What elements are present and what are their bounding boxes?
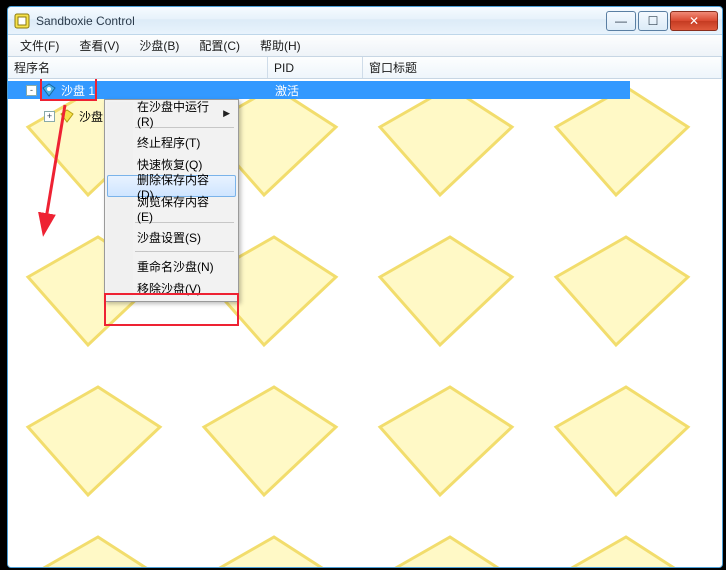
tree-toggle-icon[interactable]: + xyxy=(44,111,55,122)
menu-sandbox[interactable]: 沙盘(B) xyxy=(131,35,187,56)
menu-help[interactable]: 帮助(H) xyxy=(252,35,309,56)
col-header-title[interactable]: 窗口标题 xyxy=(363,57,722,78)
tree-row-sandbox1[interactable]: - 沙盘 1 激活 xyxy=(8,81,630,99)
close-button[interactable]: ✕ xyxy=(670,11,718,31)
cm-terminate[interactable]: 终止程序(T) xyxy=(107,131,236,153)
menu-view[interactable]: 查看(V) xyxy=(71,35,127,56)
menu-file[interactable]: 文件(F) xyxy=(12,35,67,56)
maximize-button[interactable]: ☐ xyxy=(638,11,668,31)
app-icon xyxy=(14,13,30,29)
cm-settings[interactable]: 沙盘设置(S) xyxy=(107,226,236,248)
submenu-arrow-icon: ▶ xyxy=(223,108,230,119)
cm-label: 移除沙盘(V) xyxy=(137,280,201,297)
tree-label: 沙盘 1 xyxy=(61,82,95,99)
cm-label: 浏览保存内容(E) xyxy=(137,193,220,224)
cm-label: 沙盘设置(S) xyxy=(137,229,201,246)
cm-run-in-sandbox[interactable]: 在沙盘中运行(R) ▶ xyxy=(107,102,236,124)
tree-toggle-icon[interactable]: - xyxy=(26,85,37,96)
window-controls: — ☐ ✕ xyxy=(604,11,718,31)
cm-label: 终止程序(T) xyxy=(137,134,200,151)
tree-status: 激活 xyxy=(275,82,299,99)
cm-browse-contents[interactable]: 浏览保存内容(E) xyxy=(107,197,236,219)
main-window: Sandboxie Control — ☐ ✕ 文件(F) 查看(V) 沙盘(B… xyxy=(7,6,723,568)
context-menu-separator xyxy=(135,251,234,252)
close-icon: ✕ xyxy=(689,14,699,28)
content-area: - 沙盘 1 激活 + xyxy=(8,79,722,567)
menu-config[interactable]: 配置(C) xyxy=(191,35,248,56)
cm-label: 在沙盘中运行(R) xyxy=(137,98,220,129)
minimize-button[interactable]: — xyxy=(606,11,636,31)
cm-remove[interactable]: 移除沙盘(V) xyxy=(107,277,236,299)
cm-label: 重命名沙盘(N) xyxy=(137,258,214,275)
col-header-name[interactable]: 程序名 xyxy=(8,57,268,78)
sandbox-icon xyxy=(59,108,75,124)
minimize-icon: — xyxy=(615,14,627,28)
col-header-pid[interactable]: PID xyxy=(268,57,363,78)
context-menu: 在沙盘中运行(R) ▶ 终止程序(T) 快速恢复(Q) 删除保存内容(D) 浏览… xyxy=(104,99,239,302)
cm-rename[interactable]: 重命名沙盘(N) xyxy=(107,255,236,277)
screenshot-frame: Sandboxie Control — ☐ ✕ 文件(F) 查看(V) 沙盘(B… xyxy=(0,0,726,570)
maximize-icon: ☐ xyxy=(648,14,659,28)
window-title: Sandboxie Control xyxy=(36,14,135,28)
sandbox-active-icon xyxy=(41,82,57,98)
list-header: 程序名 PID 窗口标题 xyxy=(8,57,722,79)
menubar: 文件(F) 查看(V) 沙盘(B) 配置(C) 帮助(H) xyxy=(8,35,722,57)
titlebar[interactable]: Sandboxie Control — ☐ ✕ xyxy=(8,7,722,35)
